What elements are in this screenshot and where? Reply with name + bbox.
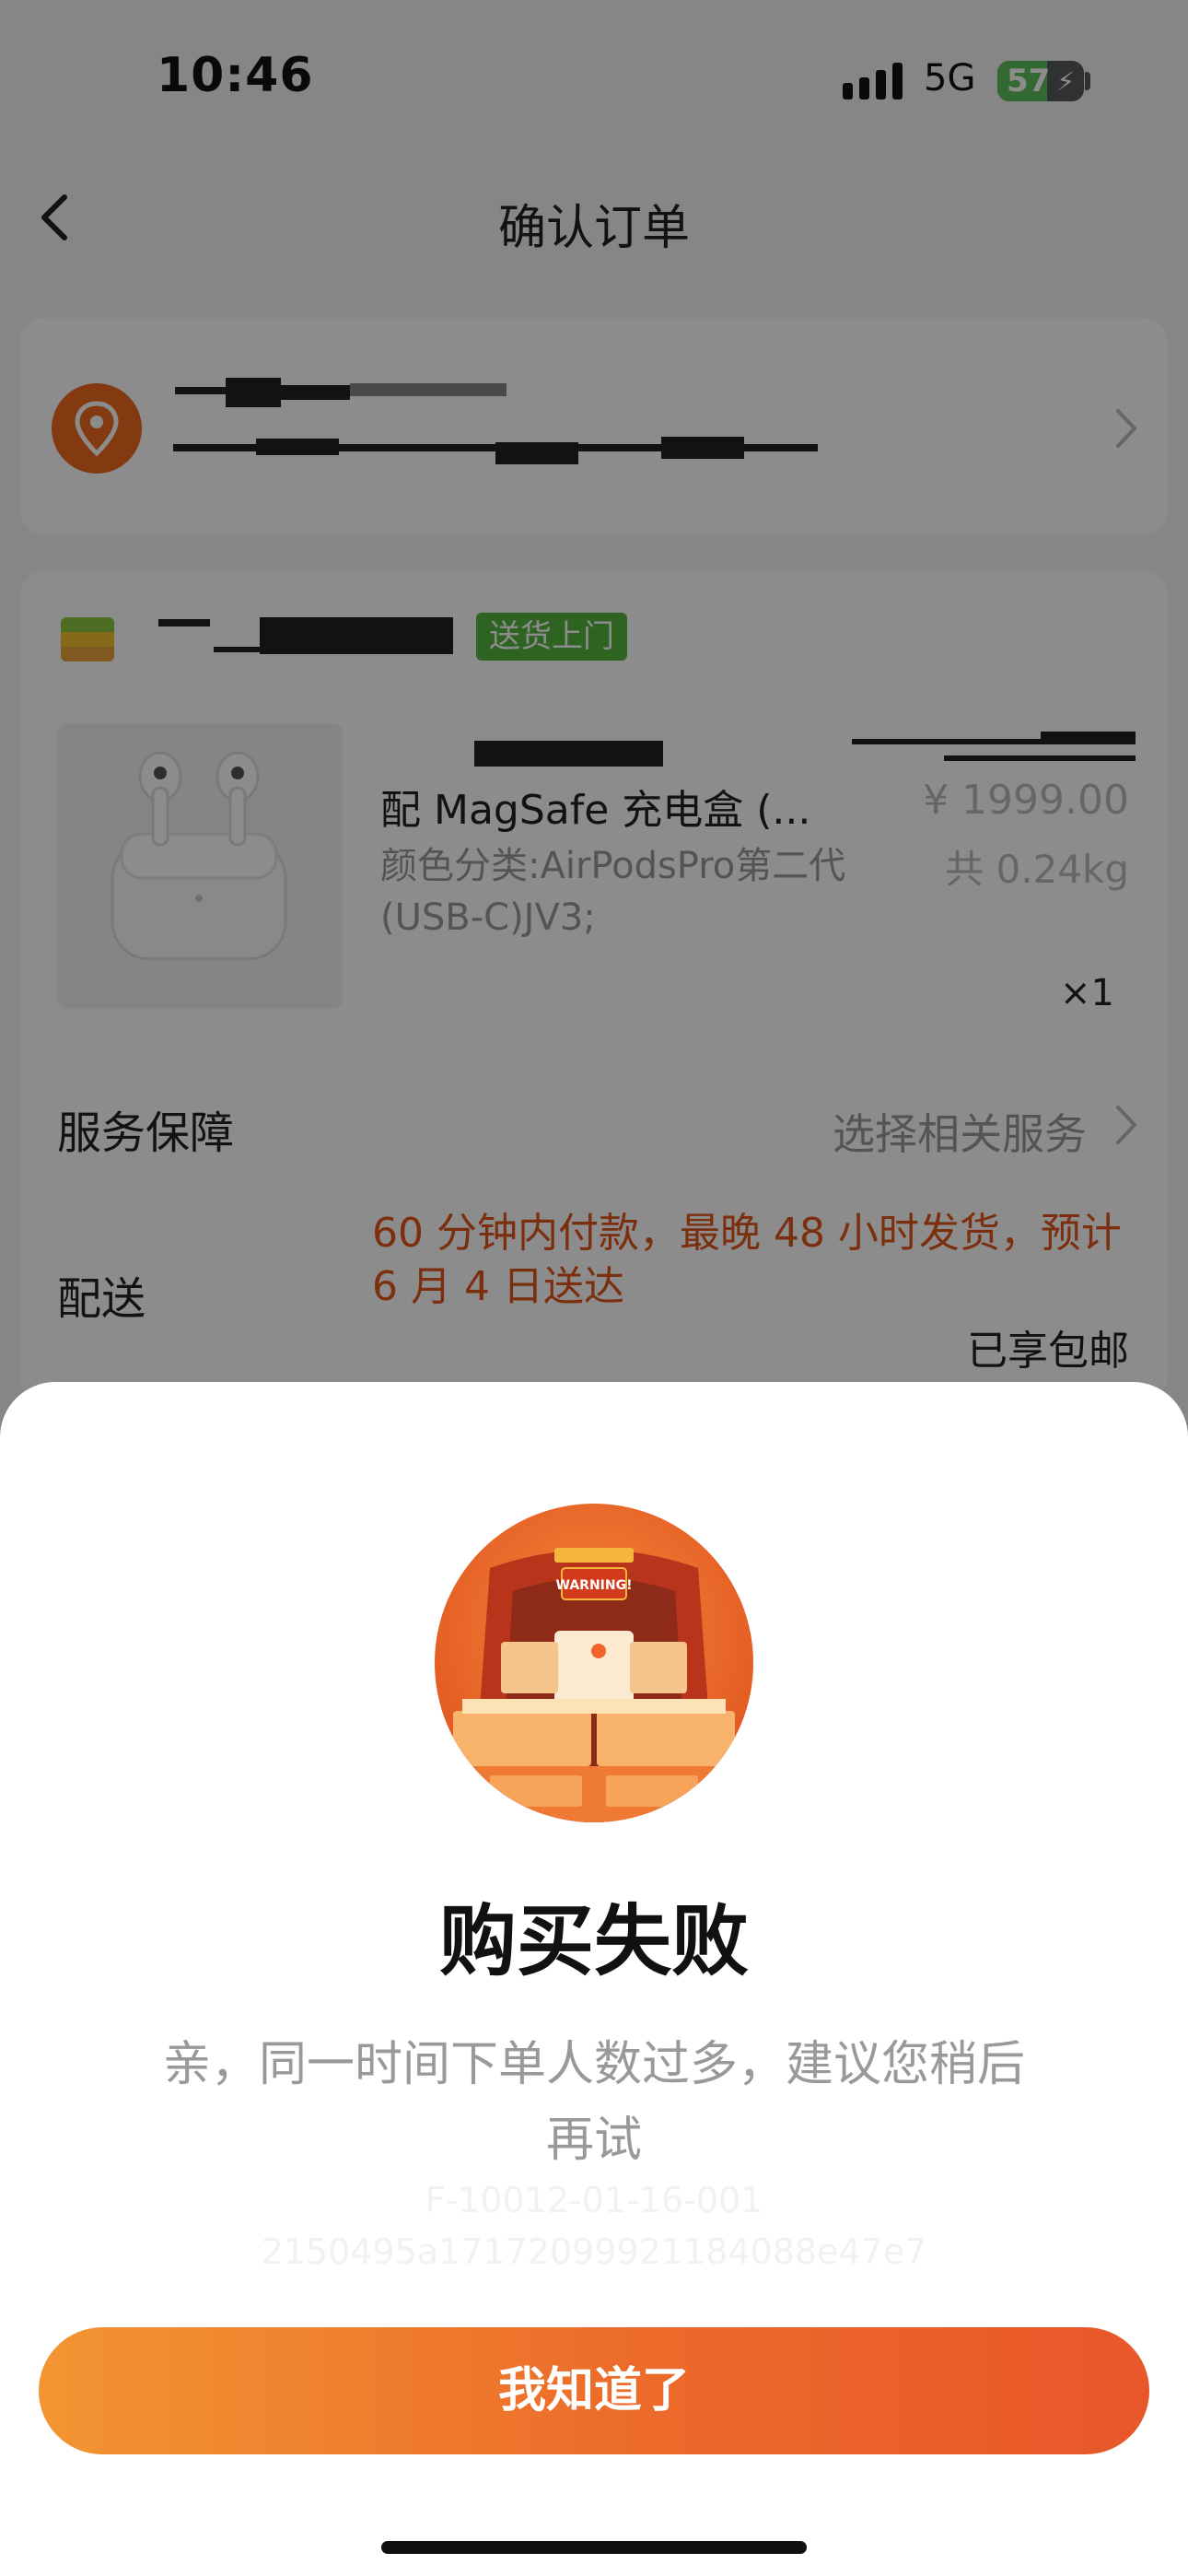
- illustration-warning-text: WARNING!: [556, 1578, 633, 1593]
- warning-delivery-truck-illustration: WARNING!: [435, 1504, 753, 1822]
- error-code: F-10012-01-16-001 2150495a17172099921184…: [138, 2174, 1050, 2277]
- modal-title: 购买失败: [438, 1896, 749, 1986]
- modal-message: 亲，同一时间下单人数过多，建议您稍后再试: [162, 2037, 1025, 2168]
- error-code-line-2: 2150495a17172099921184088e47e7: [261, 2231, 927, 2272]
- error-code-line-1: F-10012-01-16-001: [425, 2180, 763, 2220]
- acknowledge-button[interactable]: 我知道了: [39, 2327, 1149, 2454]
- home-indicator[interactable]: [381, 2541, 807, 2554]
